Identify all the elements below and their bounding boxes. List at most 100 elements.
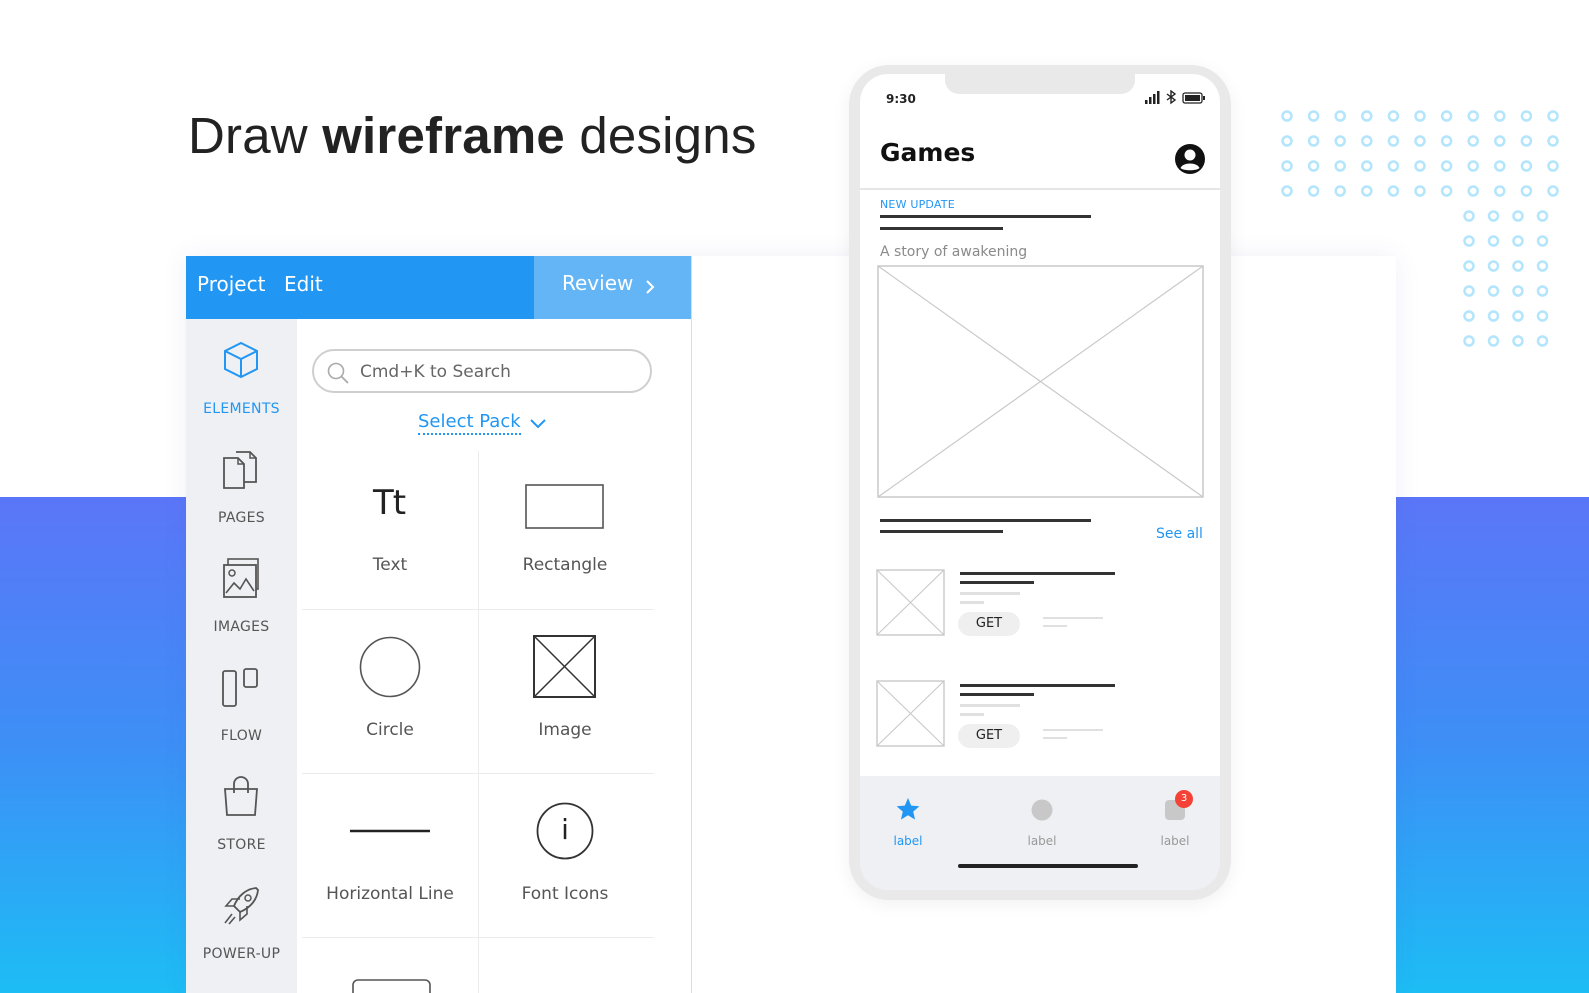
see-all-link[interactable]: See all xyxy=(1156,526,1203,542)
decorative-dot xyxy=(1487,260,1500,272)
menu-edit[interactable]: Edit xyxy=(284,272,323,296)
decorative-dot xyxy=(1536,235,1549,247)
tab-2[interactable]: label xyxy=(982,776,1102,866)
menu-project[interactable]: Project xyxy=(197,272,265,296)
element-tile-font-icons[interactable]: i Font Icons xyxy=(478,775,652,938)
phone-screen: 9:30 Games NEW UPDATE A story of awakeni… xyxy=(860,74,1220,890)
sidebar-label: FLOW xyxy=(220,728,263,744)
element-label: Image xyxy=(538,720,592,740)
account-avatar-icon[interactable] xyxy=(1174,143,1206,175)
flow-icon xyxy=(222,668,258,707)
placeholder-line xyxy=(1043,737,1067,739)
element-tile-text[interactable]: Tt Text xyxy=(303,451,477,614)
placeholder-line xyxy=(960,704,1020,707)
sidebar-item-elements[interactable]: ELEMENTS xyxy=(186,339,297,439)
tab-label: label xyxy=(1160,834,1190,848)
editor-toolbar: Project Edit Review xyxy=(186,256,691,319)
decorative-dot xyxy=(1361,110,1373,122)
review-button[interactable]: Review xyxy=(534,256,691,319)
sidebar-label: PAGES xyxy=(218,510,265,526)
circle-element-icon xyxy=(359,636,421,698)
decorative-dot xyxy=(1414,135,1426,147)
decorative-dot xyxy=(1512,260,1524,272)
decorative-dot xyxy=(1387,160,1400,172)
sidebar-item-store[interactable]: STORE xyxy=(186,775,297,875)
element-label: Rectangle xyxy=(522,555,608,575)
decorative-dot xyxy=(1334,110,1346,122)
chevron-down-icon[interactable] xyxy=(528,418,548,430)
decorative-dot xyxy=(1494,185,1506,197)
tab-label: label xyxy=(1027,834,1057,848)
get-button[interactable]: GET xyxy=(958,612,1020,636)
placeholder-line xyxy=(960,581,1034,584)
phone-notch xyxy=(945,74,1135,94)
sidebar-item-power-up[interactable]: POWER-UP xyxy=(186,884,297,984)
element-tile-horizontal-line[interactable]: Horizontal Line xyxy=(303,775,477,938)
decorative-dot xyxy=(1467,185,1479,197)
sidebar-item-pages[interactable]: PAGES xyxy=(186,448,297,548)
decorative-dot xyxy=(1361,185,1373,197)
select-pack-dropdown[interactable]: Select Pack xyxy=(418,411,521,435)
decorative-dot xyxy=(1520,185,1533,197)
decorative-dot xyxy=(1463,285,1475,297)
get-button[interactable]: GET xyxy=(958,724,1020,748)
placeholder-line xyxy=(960,601,984,604)
decorative-dot xyxy=(1494,160,1506,172)
chevron-right-icon xyxy=(646,280,655,294)
battery-icon xyxy=(1182,92,1205,104)
decorative-dot xyxy=(1463,335,1475,347)
decorative-dot xyxy=(1467,135,1479,147)
decorative-dot xyxy=(1414,185,1426,197)
horizontal-line-element-icon xyxy=(350,829,430,833)
placeholder-heading-line xyxy=(880,215,1091,218)
decorative-dot xyxy=(1487,235,1500,247)
search-box[interactable] xyxy=(312,349,652,393)
editor-sidebar: ELEMENTS PAGES IMAGES FLOW STORE POWER-U… xyxy=(186,319,297,993)
decorative-dot xyxy=(1547,110,1559,122)
placeholder-line xyxy=(960,592,1020,595)
decorative-dot xyxy=(1307,160,1320,172)
decorative-dot xyxy=(1440,185,1453,197)
editor-panel: Project Edit Review ELEMENTS PAGES IMAGE… xyxy=(186,256,692,993)
tab-3[interactable]: label xyxy=(1115,776,1220,866)
decorative-dot xyxy=(1547,160,1559,172)
element-tile-image[interactable]: Image xyxy=(478,611,652,774)
decorative-dot xyxy=(1547,135,1559,147)
sidebar-item-images[interactable]: IMAGES xyxy=(186,557,297,657)
decorative-dot xyxy=(1463,235,1475,247)
tab-1[interactable]: label xyxy=(860,776,968,866)
decorative-dot xyxy=(1440,110,1453,122)
status-icons xyxy=(1145,90,1205,105)
element-tile-rectangle[interactable]: Rectangle xyxy=(478,451,652,614)
shopping-bag-icon xyxy=(224,776,258,816)
decorative-dot xyxy=(1334,185,1346,197)
search-input[interactable] xyxy=(358,359,632,385)
decorative-dot xyxy=(1512,335,1524,347)
decorative-dot xyxy=(1536,285,1549,297)
decorative-dot xyxy=(1281,135,1293,147)
element-tile-circle[interactable]: Circle xyxy=(303,611,477,774)
signal-icon xyxy=(1145,91,1160,104)
decorative-dot xyxy=(1467,160,1479,172)
sidebar-item-flow[interactable]: FLOW xyxy=(186,666,297,766)
decorative-dot xyxy=(1387,110,1400,122)
element-label: Text xyxy=(372,555,408,575)
sidebar-label: IMAGES xyxy=(213,619,270,635)
decorative-dot xyxy=(1463,260,1475,272)
info-glyph: i xyxy=(561,813,569,846)
element-label: Horizontal Line xyxy=(326,884,454,904)
app-title: Games xyxy=(880,138,976,167)
placeholder-heading-line xyxy=(880,519,1091,522)
decorative-dot xyxy=(1334,160,1346,172)
circle-icon xyxy=(1031,799,1053,821)
decorative-dot xyxy=(1536,210,1549,222)
feature-image-placeholder xyxy=(877,265,1204,498)
decorative-dot xyxy=(1281,185,1293,197)
decorative-dot xyxy=(1512,310,1524,322)
notification-badge: 3 xyxy=(1175,790,1193,808)
image-element-icon xyxy=(533,635,596,698)
decorative-dot xyxy=(1467,110,1479,122)
decorative-dot xyxy=(1361,135,1373,147)
home-indicator[interactable] xyxy=(958,864,1138,868)
status-time: 9:30 xyxy=(886,92,916,106)
